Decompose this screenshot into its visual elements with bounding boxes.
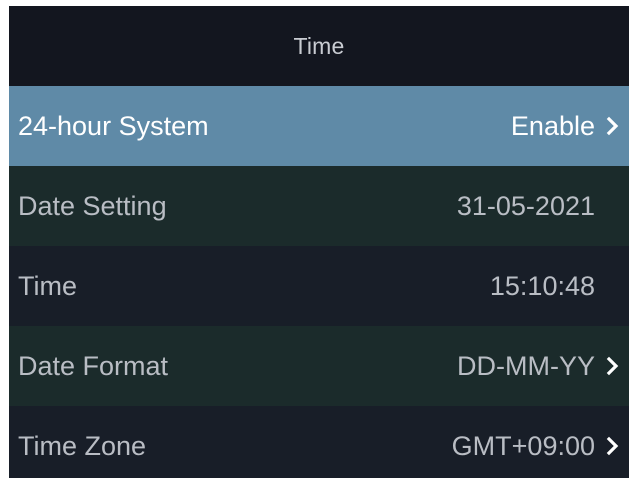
setting-label: Date Format bbox=[18, 350, 169, 381]
title-bar: Time bbox=[9, 6, 629, 86]
setting-value: 31-05-2021 bbox=[456, 190, 595, 221]
setting-row-date-setting[interactable]: Date Setting 31-05-2021 bbox=[9, 166, 629, 246]
setting-value: DD-MM-YY bbox=[457, 350, 595, 381]
setting-value: GMT+09:00 bbox=[451, 430, 595, 461]
setting-row-24-hour-system[interactable]: 24-hour System Enable bbox=[9, 86, 629, 166]
setting-label: 24-hour System bbox=[18, 110, 209, 141]
setting-value: Enable bbox=[510, 110, 595, 141]
chevron-right-icon bbox=[603, 112, 623, 140]
chevron-right-icon bbox=[603, 352, 623, 380]
time-settings-screen: Time 24-hour System Enable Date Setting … bbox=[9, 6, 629, 478]
setting-label: Time bbox=[18, 270, 77, 301]
setting-value: 15:10:48 bbox=[489, 270, 595, 301]
setting-row-time-zone[interactable]: Time Zone GMT+09:00 bbox=[9, 406, 629, 478]
setting-label: Time Zone bbox=[18, 430, 147, 461]
page-title: Time bbox=[293, 32, 345, 59]
setting-row-date-format[interactable]: Date Format DD-MM-YY bbox=[9, 326, 629, 406]
setting-label: Date Setting bbox=[18, 190, 167, 221]
chevron-right-icon bbox=[603, 432, 623, 460]
setting-row-time[interactable]: Time 15:10:48 bbox=[9, 246, 629, 326]
